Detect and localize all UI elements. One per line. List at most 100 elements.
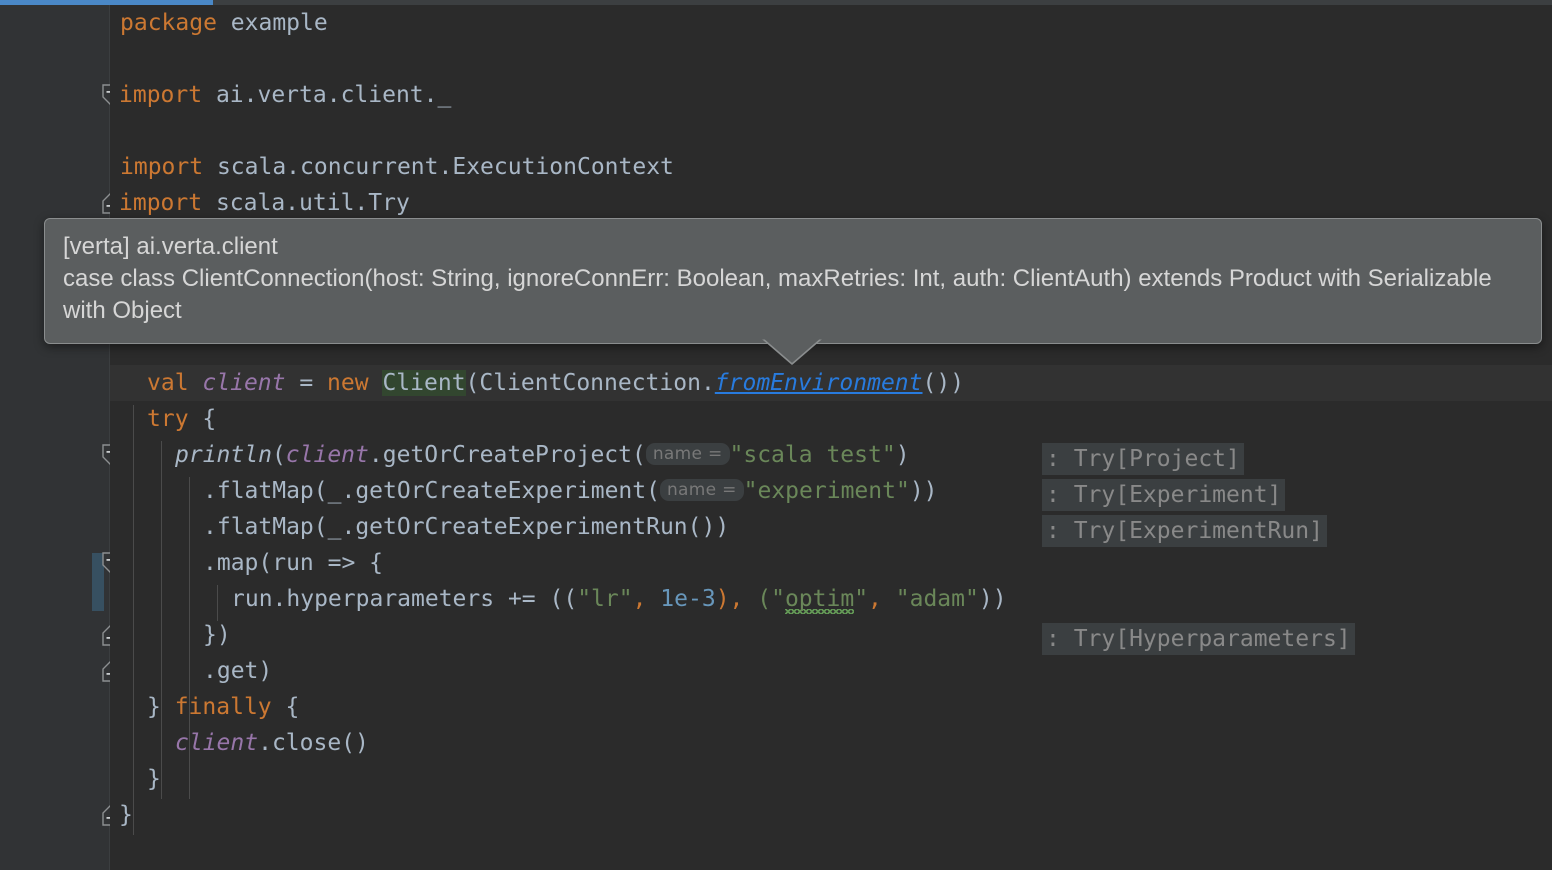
line-text-12: try { [147, 401, 216, 437]
token-keyword: val [147, 370, 189, 396]
token-brace-close: } [119, 802, 133, 828]
line-text-13: println(client.getOrCreateProject(name =… [175, 437, 910, 473]
token-identifier: example [216, 10, 328, 36]
token-method-call: .getOrCreateProject( [368, 442, 646, 468]
code-line[interactable]: import ai.verta.client._ [110, 77, 1552, 113]
code-line[interactable]: } [110, 761, 1552, 797]
line-text-5: import scala.concurrent.ExecutionContext [120, 149, 674, 185]
token-string-close: " [854, 586, 869, 612]
code-content[interactable]: package example import ai.verta.client._… [110, 5, 1552, 870]
code-line[interactable]: try { [110, 401, 1552, 437]
token-highlighted-identifier: Client [382, 370, 466, 396]
inlay-type-hint[interactable]: : Try[Project] [1042, 443, 1244, 475]
line-text-22: } [147, 761, 161, 797]
token-method-get: .get) [203, 658, 273, 684]
token-keyword-new: new [327, 370, 369, 396]
code-line[interactable]: .flatMap(_.getOrCreateExperimentRun()) [110, 509, 1552, 545]
editor-gutter[interactable] [0, 5, 110, 870]
token-number: 1e-3 [646, 586, 716, 612]
token-paren-close: ) [895, 442, 910, 468]
token-val-client: client [175, 730, 259, 756]
line-text-15: .flatMap(_.getOrCreateExperimentRun()) [203, 509, 729, 545]
line-text-21: client.close() [175, 725, 369, 761]
token-keyword-try: try [147, 406, 189, 432]
token-string: "scala test" [729, 442, 896, 468]
token-comma: , [868, 586, 882, 612]
code-line[interactable]: import scala.util.Try [110, 185, 1552, 221]
token-string: "experiment" [743, 478, 910, 504]
token-string-open: (" [743, 586, 785, 612]
token-brace-close: }) [203, 622, 231, 648]
token-string-adam: "adam" [881, 586, 979, 612]
tooltip-header: [verta] ai.verta.client [63, 233, 278, 260]
token-paren-close: )) [909, 478, 938, 504]
line-text-19: .get) [203, 653, 272, 689]
token-keyword: import [119, 190, 203, 216]
token-call: (ClientConnection. [465, 370, 715, 396]
line-text-16: .map(run => { [203, 545, 383, 581]
line-text-1: package example [120, 5, 328, 41]
link-from-environment[interactable]: fromEnvironment [715, 370, 923, 396]
token-keyword: import [119, 82, 203, 108]
token-expression: run.hyperparameters += (( [231, 586, 578, 612]
line-text-11: val client = new Client(ClientConnection… [147, 365, 964, 401]
token-keyword: package [120, 10, 217, 36]
code-line[interactable]: } [110, 797, 1552, 833]
code-line[interactable]: import scala.concurrent.ExecutionContext [110, 149, 1552, 185]
token-keyword-finally: finally [174, 694, 272, 720]
code-line[interactable]: client.close() [110, 725, 1552, 761]
token-identifier: scala.util.Try [202, 190, 410, 216]
token-brace: } [147, 694, 175, 720]
code-line[interactable] [110, 41, 1552, 77]
token-method-call: .flatMap(_.getOrCreateExperiment( [203, 478, 660, 504]
line-text-20: } finally { [147, 689, 299, 725]
token-string-typo-optim: optim [784, 586, 855, 612]
code-line[interactable] [110, 833, 1552, 869]
token-brace-close: } [147, 766, 161, 792]
token-identifier: scala.concurrent.ExecutionContext [203, 154, 674, 180]
line-text-14: .flatMap(_.getOrCreateExperiment(name = "… [203, 473, 938, 509]
line-text-17: run.hyperparameters += (("lr", 1e-3), ("… [231, 581, 1007, 617]
tooltip-arrow [762, 336, 822, 370]
token-method-call: .map(run => { [203, 550, 384, 576]
token-method-call: .flatMap(_.getOrCreateExperimentRun()) [203, 514, 730, 540]
token-function-println: println [175, 442, 272, 468]
code-line[interactable]: } finally { [110, 689, 1552, 725]
code-line[interactable]: .flatMap(_.getOrCreateExperiment(name = "… [110, 473, 1552, 509]
line-text-23: } [119, 797, 133, 833]
token-brace-open: { [271, 694, 300, 720]
inlay-param-hint-name[interactable]: name = [659, 479, 744, 501]
token-paren-close: )) [978, 586, 1007, 612]
inlay-type-hint[interactable]: : Try[Experiment] [1042, 479, 1286, 511]
tooltip-body: case class ClientConnection(host: String… [63, 265, 1499, 324]
documentation-tooltip[interactable]: [verta] ai.verta.client case class Clien… [44, 218, 1542, 344]
token-identifier: ai.verta.client._ [202, 82, 452, 108]
token-operator: = [285, 370, 328, 396]
token-method-close: .close() [258, 730, 369, 756]
line-text-3: import ai.verta.client._ [119, 77, 451, 113]
line-text-18: }) [203, 617, 231, 653]
token-val-client: client [285, 442, 369, 468]
code-line[interactable]: println(client.getOrCreateProject(name =… [110, 437, 1552, 473]
inlay-param-hint-name[interactable]: name = [645, 443, 730, 465]
token-comma: , [632, 586, 647, 612]
code-line[interactable]: .map(run => { [110, 545, 1552, 581]
token-comma: ), [715, 586, 744, 612]
code-editor[interactable]: 123456789101112131415161718192021222324 … [0, 0, 1552, 870]
code-line[interactable]: run.hyperparameters += (("lr", 1e-3), ("… [110, 581, 1552, 617]
token-keyword: import [120, 154, 204, 180]
inlay-type-hint[interactable]: : Try[Hyperparameters] [1042, 623, 1355, 655]
token-string-lr: "lr" [577, 586, 633, 612]
code-line[interactable] [110, 113, 1552, 149]
code-line[interactable]: .get) [110, 653, 1552, 689]
code-line[interactable]: package example [110, 5, 1552, 41]
code-line-current[interactable]: val client = new Client(ClientConnection… [110, 365, 1552, 401]
token-call-end: ()) [922, 370, 965, 396]
line-text-6: import scala.util.Try [119, 185, 410, 221]
token-brace: { [188, 406, 217, 432]
inlay-type-hint[interactable]: : Try[ExperimentRun] [1042, 515, 1327, 547]
token-paren: ( [271, 442, 286, 468]
token-val-name: client [202, 370, 286, 396]
